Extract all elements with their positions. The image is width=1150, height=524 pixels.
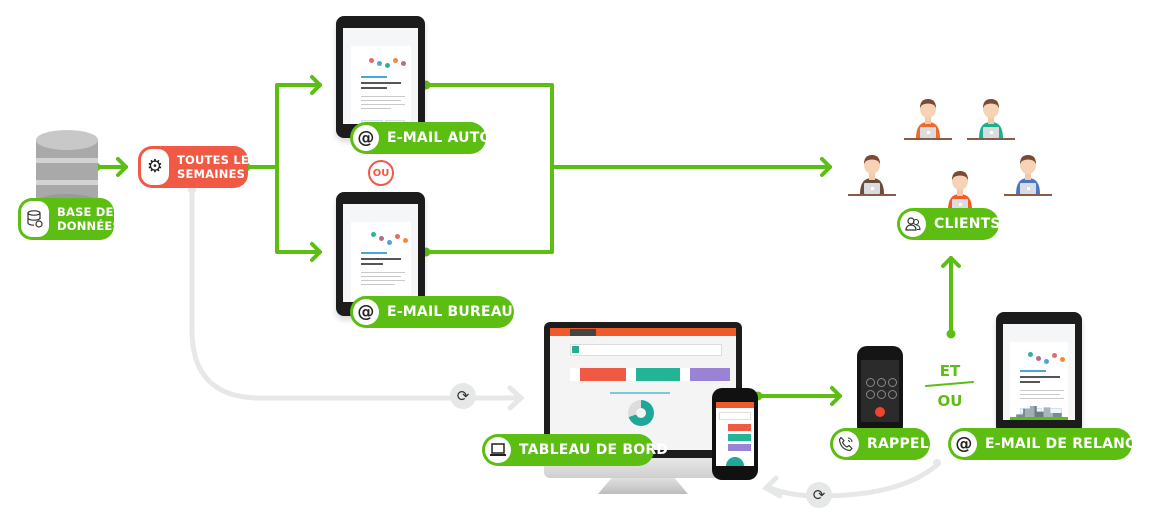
or-label: OU [937, 392, 963, 410]
client-avatar [844, 150, 900, 200]
call-phone-preview [857, 346, 903, 436]
sync-icon: ⟳ [806, 482, 832, 508]
node-rappel-label: RAPPEL [867, 436, 929, 452]
node-email-bureaux-label: E-MAIL BUREAUX [387, 304, 524, 320]
users-icon [900, 211, 926, 237]
and-label: ET [939, 362, 961, 380]
database-icon [21, 201, 49, 237]
dial-key [888, 378, 897, 387]
or-separator: OU [368, 160, 394, 186]
node-schedule-label: TOUTES LES SEMAINES [177, 153, 258, 181]
sync-icon: ⟳ [450, 383, 476, 409]
merge-emails-to-clients [424, 83, 832, 254]
gear-icon: ⚙ [141, 149, 169, 185]
grey-flow-return [767, 462, 940, 499]
mobile-dashboard-preview [712, 388, 758, 480]
node-weekly-schedule[interactable]: ⚙ TOUTES LES SEMAINES [138, 146, 257, 188]
tablet-email-relance-preview [996, 312, 1082, 434]
client-avatar [1000, 150, 1056, 200]
at-icon: @ [951, 431, 977, 457]
node-email-auto-label: E-MAIL AUTO [387, 130, 492, 146]
node-dashboard-label: TABLEAU DE BORD [519, 442, 669, 458]
at-icon: @ [353, 299, 379, 325]
monitor-stand [598, 478, 688, 494]
node-database-label: BASE DE DONNÉES [57, 205, 121, 233]
at-icon: @ [353, 125, 379, 151]
node-database[interactable]: BASE DE DONNÉES [18, 198, 121, 240]
dial-key [877, 390, 886, 399]
dial-key [888, 390, 897, 399]
client-avatar [900, 94, 956, 144]
dial-key [877, 378, 886, 387]
dial-key [866, 390, 875, 399]
tablet-email-auto-preview [336, 16, 425, 138]
node-rappel[interactable]: RAPPEL [830, 428, 930, 460]
node-email-bureaux[interactable]: @ E-MAIL BUREAUX [350, 296, 524, 328]
node-clients[interactable]: CLIENTS [897, 208, 1001, 240]
client-avatar [963, 94, 1019, 144]
node-email-relance[interactable]: @ E-MAIL DE RELANCE [948, 428, 1145, 460]
dial-key [866, 378, 875, 387]
node-clients-label: CLIENTS [934, 216, 1001, 232]
node-email-auto[interactable]: @ E-MAIL AUTO [350, 122, 491, 154]
phone-icon [833, 431, 859, 457]
laptop-icon [485, 437, 511, 463]
node-email-relance-label: E-MAIL DE RELANCE [985, 436, 1146, 452]
node-dashboard[interactable]: TABLEAU DE BORD [482, 434, 668, 466]
